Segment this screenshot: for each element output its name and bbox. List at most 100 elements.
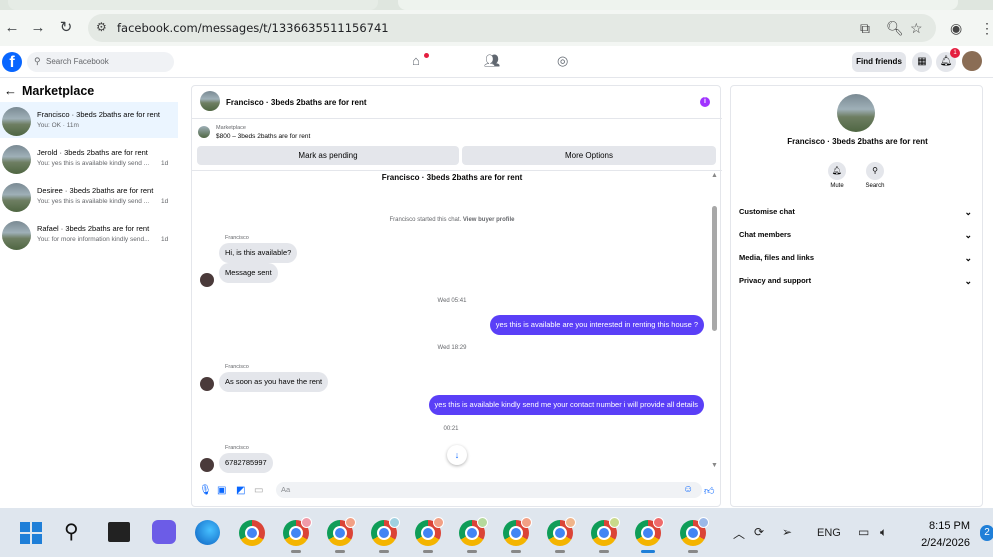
back-arrow-icon[interactable]: ← — [4, 83, 17, 98]
windows-start-icon[interactable] — [20, 522, 42, 544]
scroll-to-bottom-button[interactable]: ↓ — [447, 445, 467, 465]
sender-avatar[interactable] — [200, 273, 214, 287]
sticker-icon[interactable]: ◩ — [236, 485, 245, 496]
listing-thumbnail[interactable] — [198, 126, 210, 138]
search-button[interactable]: ⚲ Search — [855, 162, 895, 189]
zoom-icon[interactable]: 🔍︎ — [886, 20, 904, 36]
conversation-item[interactable]: Rafael · 3beds 2baths are for rent You: … — [0, 216, 178, 252]
search-placeholder: Search Facebook — [46, 57, 109, 66]
customise-chat-row[interactable]: Customise chat ⌄ — [739, 203, 976, 221]
sender-avatar[interactable] — [200, 458, 214, 472]
url-text[interactable]: facebook.com/messages/t/1336635511156741 — [117, 21, 389, 35]
photo-icon[interactable]: ▣ — [217, 485, 226, 496]
chrome-profile-icon[interactable] — [283, 517, 312, 546]
conversation-item[interactable]: Desiree · 3beds 2baths are for rent You:… — [0, 178, 178, 214]
conversation-name: Desiree · 3beds 2baths are for rent — [37, 186, 154, 195]
marketplace-sidebar: ← Marketplace Francisco · 3beds 2baths a… — [0, 78, 182, 508]
mark-as-pending-button[interactable]: Mark as pending — [197, 146, 459, 165]
running-indicator — [379, 550, 389, 553]
scroll-down-arrow-icon[interactable]: ▼ — [711, 462, 718, 469]
gif-icon[interactable]: ▭ — [254, 485, 263, 496]
browser-tab-active[interactable] — [398, 0, 958, 10]
listing-price[interactable]: $800 – 3beds 2baths are for rent — [216, 133, 310, 140]
account-avatar[interactable] — [962, 51, 982, 71]
conversation-preview: You: for more information kindly send... — [37, 236, 150, 243]
incoming-message[interactable]: Message sent — [219, 263, 278, 283]
profile-icon[interactable]: ◉ — [950, 20, 962, 36]
incoming-message[interactable]: Hi, is this available? — [219, 243, 298, 263]
chrome-profile-icon[interactable] — [327, 517, 356, 546]
clock[interactable]: 8:15 PM 2/24/2026 — [908, 518, 970, 552]
bookmark-star-icon[interactable]: ☆ — [910, 20, 923, 36]
notification-center-badge[interactable]: 2 — [980, 525, 993, 541]
address-bar[interactable]: ⚙ facebook.com/messages/t/13366355111567… — [88, 14, 936, 42]
facebook-search-input[interactable]: ⚲ Search Facebook — [27, 52, 174, 72]
edge-icon[interactable] — [195, 520, 220, 545]
facebook-logo-icon[interactable]: f — [2, 52, 22, 72]
teams-icon[interactable] — [152, 520, 176, 544]
listing-thumbnail — [2, 145, 31, 174]
groups-icon[interactable]: ◎ — [557, 53, 568, 69]
scrollbar[interactable] — [712, 206, 717, 331]
task-view-icon[interactable] — [108, 522, 130, 542]
chrome-profile-icon[interactable] — [547, 517, 576, 546]
bell-icon: 🔔︎ — [828, 162, 846, 180]
microphone-icon[interactable]: 🎙︎ — [199, 485, 212, 496]
chrome-profile-icon[interactable] — [371, 517, 400, 546]
chat-header-thumbnail[interactable] — [200, 91, 220, 111]
scroll-up-arrow-icon[interactable]: ▲ — [711, 172, 718, 179]
info-icon[interactable]: i — [700, 97, 710, 107]
display-icon[interactable]: ▭ — [858, 525, 869, 539]
chrome-profile-icon[interactable] — [591, 517, 620, 546]
conversation-item[interactable]: Jerold · 3beds 2baths are for rent You: … — [0, 140, 178, 176]
like-thumb-icon[interactable]: 👍︎ — [704, 485, 714, 497]
reload-icon[interactable]: ↻ — [58, 20, 74, 36]
view-buyer-profile-link[interactable]: View buyer profile — [463, 217, 515, 223]
forward-icon[interactable]: → — [30, 20, 46, 36]
volume-icon[interactable]: 🔈︎ — [880, 525, 887, 540]
media-files-links-row[interactable]: Media, files and links ⌄ — [739, 249, 976, 267]
listing-thumbnail — [2, 221, 31, 250]
listing-thumbnail — [2, 183, 31, 212]
chrome-profile-icon[interactable] — [503, 517, 532, 546]
chat-details-panel: Francisco · 3beds 2baths are for rent 🔔︎… — [730, 85, 983, 507]
conversation-item[interactable]: Francisco · 3beds 2baths are for rent Yo… — [0, 102, 178, 138]
browser-tab[interactable] — [8, 0, 378, 10]
friends-icon[interactable]: 👥︎ — [484, 53, 501, 69]
menu-dots-icon[interactable]: ⋮ — [980, 20, 993, 36]
profile-badge — [477, 517, 488, 528]
message-input[interactable]: Aa — [276, 482, 702, 498]
privacy-support-row[interactable]: Privacy and support ⌄ — [739, 272, 976, 290]
chat-header-title[interactable]: Francisco · 3beds 2baths are for rent — [226, 98, 367, 107]
install-app-icon[interactable]: ⧉ — [860, 20, 870, 36]
menu-grid-icon[interactable]: ▦ — [912, 52, 932, 72]
chrome-icon[interactable] — [239, 520, 265, 546]
search-icon: ⚲ — [34, 56, 41, 66]
site-info-icon[interactable]: ⚙ — [96, 20, 107, 34]
back-icon[interactable]: ← — [4, 20, 20, 36]
emoji-icon[interactable]: ☺ — [683, 484, 693, 495]
language-indicator[interactable]: ENG — [817, 527, 841, 539]
chrome-profile-icon-active[interactable] — [635, 517, 664, 546]
chevron-up-icon[interactable]: ︿ — [733, 525, 745, 542]
listing-thumbnail[interactable] — [837, 94, 875, 132]
chat-members-row[interactable]: Chat members ⌄ — [739, 226, 976, 244]
chrome-profile-icon[interactable] — [680, 517, 709, 546]
sender-avatar[interactable] — [200, 377, 214, 391]
message-timestamp: Wed 18:29 — [437, 345, 467, 351]
chrome-profile-icon[interactable] — [459, 517, 488, 546]
chrome-profile-icon[interactable] — [415, 517, 444, 546]
incoming-message[interactable]: 6782785997 — [219, 453, 273, 473]
find-friends-button[interactable]: Find friends — [852, 52, 906, 72]
outgoing-message[interactable]: yes this is available are you interested… — [489, 315, 704, 335]
more-options-button[interactable]: More Options — [462, 146, 716, 165]
running-indicator — [467, 550, 477, 553]
sync-icon[interactable]: ⟳ — [754, 525, 764, 539]
outgoing-message[interactable]: yes this is available kindly send me you… — [428, 395, 704, 415]
incoming-message[interactable]: As soon as you have the rent — [219, 372, 329, 392]
location-icon[interactable]: ➢ — [782, 525, 792, 539]
home-icon[interactable]: ⌂ — [412, 53, 420, 68]
mute-button[interactable]: 🔔︎ Mute — [817, 162, 857, 189]
search-icon[interactable]: ⚲ — [64, 519, 79, 544]
running-indicator — [688, 550, 698, 553]
